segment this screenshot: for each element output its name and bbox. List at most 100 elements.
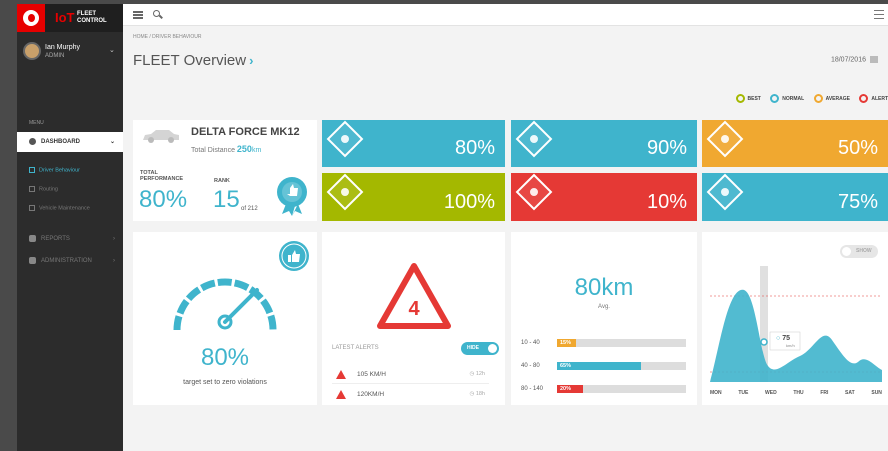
alert-time-value: 18h (475, 391, 485, 397)
tooltip-unit: km/h (786, 343, 795, 348)
tile-phone-use[interactable]: 10% (511, 173, 697, 221)
legend-dot (770, 94, 780, 103)
performance-label: TOTAL PERFORMANCE (140, 170, 184, 182)
show-toggle[interactable]: SHOW (840, 245, 878, 258)
search-icon[interactable] (153, 10, 160, 17)
tooltip-value: ○ 75 (776, 335, 790, 342)
legend-item-normal: NORMAL (770, 94, 804, 103)
total-distance: Total Distance 250km (191, 144, 261, 154)
weekly-speed-card: SHOW ○ 75 km/h MON TUE WED THU FRI SAT S… (702, 232, 888, 405)
tile-value: 80% (454, 137, 495, 159)
day-label: MON (710, 390, 722, 396)
legend-label: AVERAGE (825, 95, 850, 102)
chevron-down-icon[interactable]: ⌄ (109, 46, 115, 54)
bar-range: 80 - 140 (521, 386, 544, 392)
user-profile[interactable]: Ian Murphy ADMIN ⌄ (17, 38, 123, 74)
sidebar-item-reports[interactable]: REPORTS › (17, 229, 123, 249)
sidebar-subitem-driver-behaviour[interactable]: Driver Behaviour (29, 167, 80, 173)
tile-value: 75% (837, 191, 878, 213)
alert-speed: 105 KM/H (357, 371, 386, 378)
sidebar-item-administration[interactable]: ADMINISTRATION › (17, 251, 123, 271)
administration-icon (29, 256, 36, 264)
brake-icon (326, 173, 364, 211)
alert-count: 4 (408, 298, 420, 320)
distance-value: 250 (236, 144, 252, 154)
brand-iot: IoT (55, 10, 75, 25)
rank-value: 15 (213, 186, 240, 213)
sidebar-item-label: DASHBOARD (41, 139, 80, 145)
chevron-down-icon: ⌄ (109, 139, 115, 145)
fuel-icon (706, 120, 744, 158)
hamburger-menu-icon[interactable] (133, 11, 143, 19)
warning-icon (336, 390, 346, 399)
alert-time: ◷ 18h (469, 391, 485, 397)
toggle-knob (842, 247, 851, 256)
date-picker[interactable]: 18/07/2016 (831, 56, 878, 63)
distance-unit: km (251, 147, 262, 154)
legend-label: BEST (747, 95, 761, 102)
day-label: SAT (845, 390, 855, 396)
rank-of: of 212 (241, 206, 258, 212)
tachometer-icon (706, 173, 744, 211)
tile-speeding[interactable]: 80% (322, 120, 505, 167)
bar-percent: 20% (560, 386, 572, 392)
bar-range: 40 - 80 (521, 363, 540, 369)
tile-collision[interactable]: 90% (511, 120, 697, 167)
sidebar-item-dashboard[interactable]: DASHBOARD ⌄ (17, 132, 123, 152)
vodafone-logo-icon (23, 10, 39, 26)
menu-heading: MENU (29, 120, 44, 126)
maintenance-icon (29, 205, 35, 211)
day-label: TUE (738, 390, 749, 396)
legend-item-average: AVERAGE (813, 94, 850, 103)
legend-dot (735, 94, 745, 103)
legend-item-best: BEST (735, 94, 761, 103)
sidebar-subitem-label: Driver Behaviour (39, 167, 80, 174)
reports-icon (29, 234, 36, 242)
sidebar: IoT FLEET CONTROL Ian Murphy ADMIN ⌄ MEN… (17, 4, 123, 451)
vehicle-name: DELTA FORCE MK12 (191, 126, 300, 138)
tile-rpm[interactable]: 75% (702, 173, 888, 221)
calendar-icon[interactable] (870, 56, 878, 63)
user-name: Ian Murphy (45, 44, 81, 51)
tooltip-speed: 75 (782, 335, 790, 342)
rank-label: RANK (214, 178, 230, 184)
day-label: WED (765, 390, 777, 396)
car-icon (143, 130, 179, 143)
chevron-right-icon[interactable]: › (249, 53, 253, 68)
bar-track: 20% (557, 385, 686, 393)
sidebar-subitem-routing[interactable]: Routing (29, 186, 58, 192)
alert-row[interactable]: 120KM/H ◷ 18h (332, 386, 489, 404)
sidebar-subitem-vehicle-maintenance[interactable]: Vehicle Maintenance (29, 205, 90, 211)
alert-speed: 120KM/H (357, 391, 385, 398)
warning-icon (336, 370, 346, 379)
speedometer-icon (326, 120, 364, 158)
speed-marker (760, 338, 768, 346)
bar-range: 10 - 40 (521, 340, 540, 346)
tile-value: 50% (837, 137, 878, 159)
legend-dot (859, 94, 869, 103)
performance-value: 80% (139, 186, 188, 213)
user-role: ADMIN (45, 53, 65, 59)
status-legend: BEST NORMAL AVERAGE ALERT (728, 94, 888, 103)
bar-percent: 65% (560, 363, 572, 369)
tile-fuel[interactable]: 50% (702, 120, 888, 167)
chevron-right-icon: › (113, 258, 115, 264)
alert-row[interactable]: 105 KM/H ◷ 12h (332, 366, 489, 384)
thumbs-up-icon (279, 241, 309, 271)
legend-label: ALERT (871, 95, 888, 102)
award-badge-icon (277, 177, 307, 216)
page-title-text: FLEET Overview (133, 52, 247, 69)
brand-name: FLEET CONTROL (77, 11, 107, 24)
gauge-caption: target set to zero violations (183, 379, 267, 386)
dashboard-icon (29, 137, 36, 145)
phone-driving-icon (515, 173, 553, 211)
day-label: FRI (820, 390, 829, 396)
hide-toggle[interactable]: HIDE (461, 342, 499, 355)
app-window: IoT FLEET CONTROL Ian Murphy ADMIN ⌄ MEN… (17, 4, 888, 451)
tile-braking[interactable]: 100% (322, 173, 505, 221)
alert-time: ◷ 12h (469, 371, 485, 377)
day-axis: MON TUE WED THU FRI SAT SUN (710, 390, 882, 396)
alert-time-value: 12h (475, 371, 485, 377)
settings-sliders-icon[interactable] (874, 10, 884, 19)
distance-label: Total Distance (191, 147, 235, 154)
